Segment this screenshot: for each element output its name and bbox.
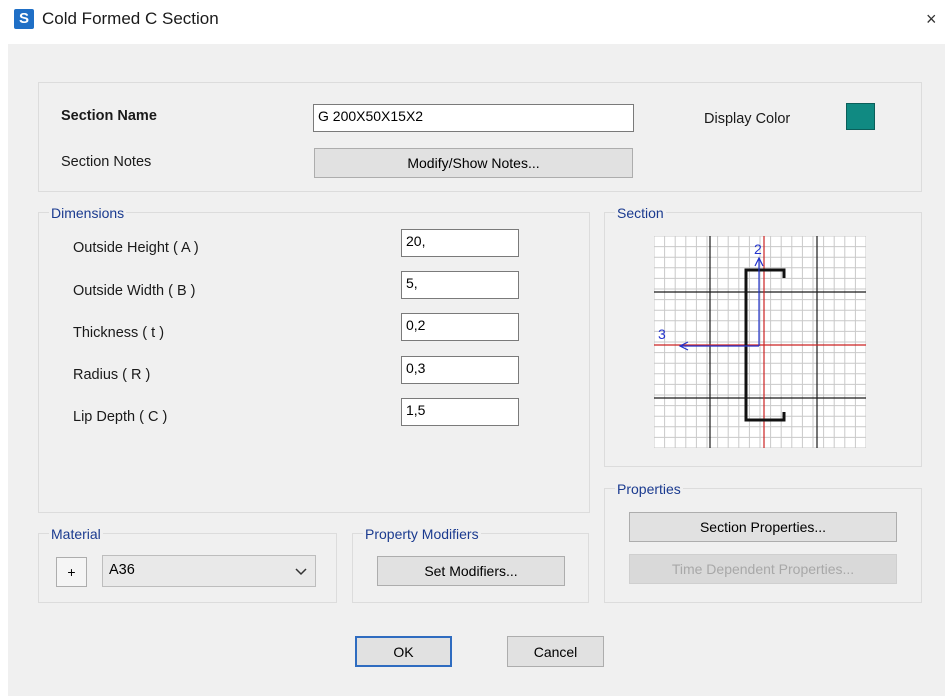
close-icon[interactable]: ×	[926, 9, 937, 29]
properties-group	[604, 488, 922, 603]
material-select-value: A36	[109, 562, 135, 578]
display-color-swatch[interactable]	[846, 103, 875, 130]
modify-notes-button[interactable]: Modify/Show Notes...	[314, 148, 633, 178]
properties-title: Properties	[615, 481, 683, 497]
thickness-label: Thickness ( t )	[73, 325, 165, 341]
chevron-down-icon	[295, 568, 307, 576]
section-preview-canvas: 2 3	[654, 236, 866, 448]
outside-width-input[interactable]: 5,	[401, 271, 519, 299]
axis-2-label: 2	[754, 241, 762, 257]
property-modifiers-title: Property Modifiers	[363, 526, 481, 542]
set-modifiers-button[interactable]: Set Modifiers...	[377, 556, 565, 586]
display-color-label: Display Color	[704, 111, 791, 127]
radius-input[interactable]: 0,3	[401, 356, 519, 384]
grid-minor	[654, 236, 866, 448]
outside-height-input[interactable]: 20,	[401, 229, 519, 257]
radius-label: Radius ( R )	[73, 367, 151, 383]
ok-button[interactable]: OK	[355, 636, 452, 667]
lip-depth-label: Lip Depth ( C )	[73, 409, 168, 425]
material-select[interactable]: A36	[102, 555, 316, 587]
lip-depth-input[interactable]: 1,5	[401, 398, 519, 426]
add-material-button[interactable]: +	[56, 557, 87, 587]
window-title: Cold Formed C Section	[42, 9, 219, 28]
title-bar: S Cold Formed C Section ×	[0, 0, 945, 40]
material-title: Material	[49, 526, 103, 542]
thickness-input[interactable]: 0,2	[401, 313, 519, 341]
outside-height-label: Outside Height ( A )	[73, 240, 199, 256]
section-notes-label: Section Notes	[61, 154, 152, 170]
section-name-label: Section Name	[61, 108, 157, 124]
cancel-button[interactable]: Cancel	[507, 636, 604, 667]
app-icon: S	[14, 9, 34, 29]
section-title: Section	[615, 205, 666, 221]
axis-3-label: 3	[658, 326, 666, 342]
section-properties-button[interactable]: Section Properties...	[629, 512, 897, 542]
outside-width-label: Outside Width ( B )	[73, 283, 196, 299]
time-dependent-properties-button[interactable]: Time Dependent Properties...	[629, 554, 897, 584]
dimensions-title: Dimensions	[49, 205, 127, 221]
section-name-input[interactable]: G 200X50X15X2	[313, 104, 634, 132]
